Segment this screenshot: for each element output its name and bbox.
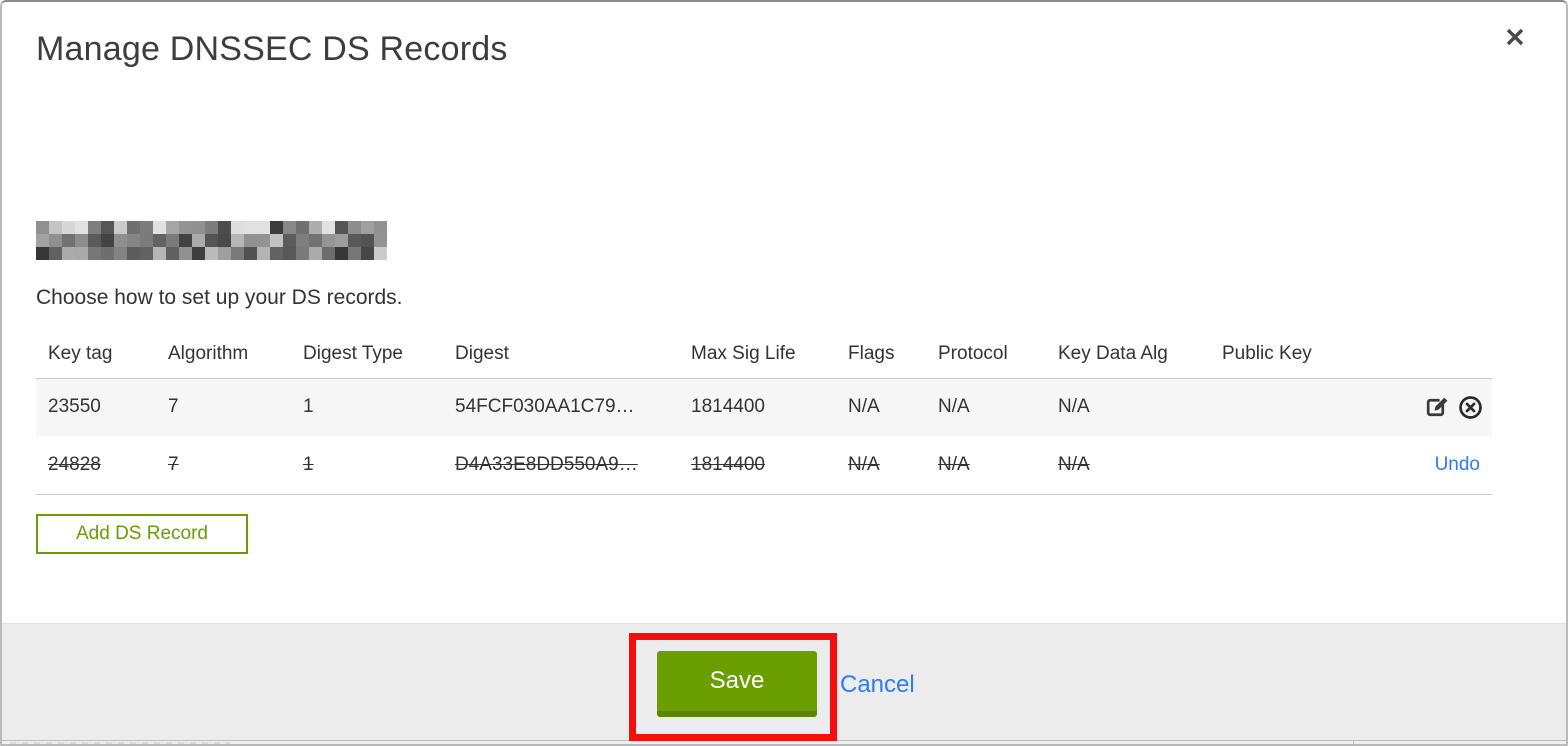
cell-digest: D4A33E8DD550A9… bbox=[455, 453, 638, 475]
header-algorithm: Algorithm bbox=[168, 342, 249, 364]
cell-key-data-alg: N/A bbox=[1058, 453, 1090, 475]
dnssec-modal: Manage DNSSEC DS Records Choose how to s… bbox=[0, 0, 1568, 746]
cell-protocol: N/A bbox=[938, 453, 970, 475]
delete-icon[interactable] bbox=[1457, 394, 1484, 421]
edit-icon[interactable] bbox=[1423, 394, 1450, 421]
header-actions bbox=[1370, 330, 1492, 378]
instructions-text: Choose how to set up your DS records. bbox=[36, 286, 403, 309]
header-key-tag: Key tag bbox=[48, 342, 113, 364]
cell-max-sig-life: 1814400 bbox=[691, 396, 765, 418]
cell-key-data-alg: N/A bbox=[1058, 396, 1090, 418]
cell-digest-type: 1 bbox=[303, 396, 314, 418]
cell-digest-type: 1 bbox=[303, 453, 314, 475]
cell-max-sig-life: 1814400 bbox=[691, 453, 765, 475]
table-header-row: Key tag Algorithm Digest Type Digest Max… bbox=[36, 330, 1492, 378]
header-digest: Digest bbox=[455, 342, 509, 364]
header-protocol: Protocol bbox=[938, 342, 1008, 364]
header-digest-type: Digest Type bbox=[303, 342, 403, 364]
cell-actions bbox=[1370, 378, 1492, 436]
header-key-data-alg: Key Data Alg bbox=[1058, 342, 1168, 364]
header-max-sig-life: Max Sig Life bbox=[691, 342, 796, 364]
redacted-domain bbox=[36, 221, 387, 260]
table-row: 23550 7 1 54FCF030AA1C79… 1814400 N/A N/… bbox=[36, 378, 1492, 436]
header-flags: Flags bbox=[848, 342, 895, 364]
cell-flags: N/A bbox=[848, 453, 880, 475]
close-icon bbox=[1506, 28, 1524, 46]
ds-records-table: Key tag Algorithm Digest Type Digest Max… bbox=[36, 330, 1492, 495]
header-public-key: Public Key bbox=[1222, 342, 1312, 364]
background-divider bbox=[1353, 741, 1354, 744]
page-title: Manage DNSSEC DS Records bbox=[36, 30, 508, 68]
cell-digest: 54FCF030AA1C79… bbox=[455, 396, 635, 418]
page-behind-modal bbox=[2, 740, 1566, 744]
cell-undo: Undo bbox=[1370, 436, 1492, 494]
cell-key-tag: 23550 bbox=[48, 396, 101, 418]
cell-public-key bbox=[1210, 378, 1370, 436]
cell-flags: N/A bbox=[848, 396, 880, 418]
modal-footer: Save Cancel bbox=[2, 623, 1566, 740]
cell-algorithm: 7 bbox=[168, 453, 179, 475]
cancel-link[interactable]: Cancel bbox=[840, 671, 915, 699]
table-row: 24828 7 1 D4A33E8DD550A9… 1814400 N/A N/… bbox=[36, 436, 1492, 494]
cell-key-tag: 24828 bbox=[48, 453, 101, 475]
cell-protocol: N/A bbox=[938, 396, 970, 418]
close-button[interactable] bbox=[1496, 18, 1534, 56]
add-ds-record-button[interactable]: Add DS Record bbox=[36, 514, 248, 554]
undo-link[interactable]: Undo bbox=[1435, 454, 1480, 475]
background-content-smudge bbox=[10, 742, 230, 744]
cell-algorithm: 7 bbox=[168, 396, 179, 418]
save-button[interactable]: Save bbox=[657, 651, 817, 717]
cell-public-key bbox=[1210, 436, 1370, 494]
